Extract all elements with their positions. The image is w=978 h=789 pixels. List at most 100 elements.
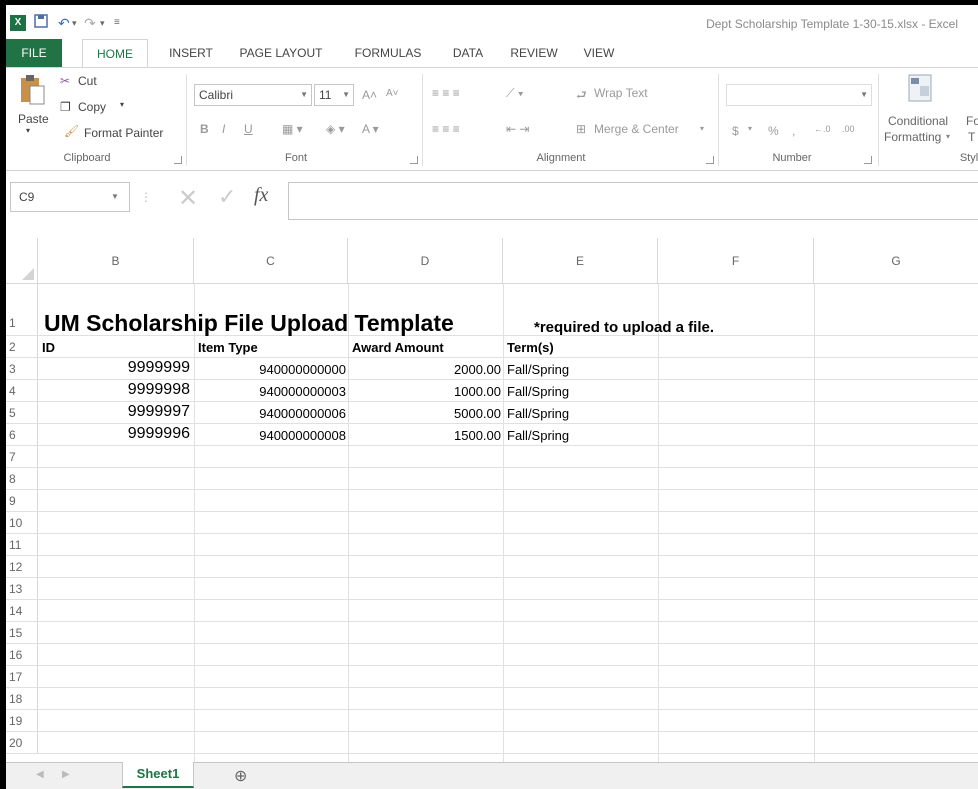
row-header[interactable]: 10 <box>6 512 38 534</box>
decrease-font-icon[interactable]: A˅ <box>386 88 399 99</box>
font-launcher-icon[interactable] <box>410 156 418 164</box>
number-launcher-icon[interactable] <box>864 156 872 164</box>
table-cell-award[interactable]: 5000.00 <box>348 406 501 421</box>
conditional-formatting-button[interactable]: Conditional Formatting ▾ <box>884 74 964 148</box>
table-cell-id[interactable]: 9999996 <box>38 425 190 443</box>
save-icon[interactable] <box>34 14 48 32</box>
number-format-select[interactable]: ▼ <box>726 84 872 106</box>
indent-icon[interactable]: ⇤ ⇥ <box>506 122 529 136</box>
row-header[interactable]: 19 <box>6 710 38 732</box>
header-cell-item-type[interactable]: Item Type <box>198 340 258 355</box>
add-sheet-button[interactable]: ⊕ <box>234 766 247 786</box>
row-header[interactable]: 11 <box>6 534 38 556</box>
table-cell-item-type[interactable]: 940000000003 <box>194 384 346 399</box>
formula-bar-splitter-icon[interactable]: ⋮ <box>140 190 152 204</box>
comma-button[interactable]: , <box>792 124 795 138</box>
row-header[interactable]: 3 <box>6 358 38 380</box>
row-header[interactable]: 14 <box>6 600 38 622</box>
increase-decimal-icon[interactable]: ←.0 <box>814 124 831 134</box>
table-cell-id[interactable]: 9999997 <box>38 403 190 421</box>
tab-formulas[interactable]: FORMULAS <box>346 39 430 67</box>
table-cell-term[interactable]: Fall/Spring <box>507 384 569 399</box>
tab-insert[interactable]: INSERT <box>166 39 216 67</box>
column-header-d[interactable]: D <box>348 238 503 284</box>
row-header[interactable]: 2 <box>6 336 38 358</box>
insert-function-button[interactable]: fx <box>254 184 268 207</box>
row-header[interactable]: 20 <box>6 732 38 754</box>
row-header[interactable]: 9 <box>6 490 38 512</box>
row-header[interactable]: 4 <box>6 380 38 402</box>
row-header[interactable]: 7 <box>6 446 38 468</box>
font-size-select[interactable]: 11 ▼ <box>314 84 354 106</box>
sheet-tab-sheet1[interactable]: Sheet1 <box>122 762 194 788</box>
redo-icon[interactable]: ↷ <box>84 14 96 32</box>
tab-review[interactable]: REVIEW <box>506 39 562 67</box>
table-cell-item-type[interactable]: 940000000008 <box>194 428 346 443</box>
table-cell-term[interactable]: Fall/Spring <box>507 406 569 421</box>
row-header[interactable]: 8 <box>6 468 38 490</box>
row-header[interactable]: 6 <box>6 424 38 446</box>
table-cell-id[interactable]: 9999998 <box>38 381 190 399</box>
row-header[interactable]: 1 <box>6 284 38 336</box>
header-cell-id[interactable]: ID <box>42 340 55 355</box>
increase-font-icon[interactable]: A˄ <box>362 88 377 102</box>
align-left-icon[interactable]: ≡ ≡ ≡ <box>432 122 460 136</box>
table-cell-term[interactable]: Fall/Spring <box>507 428 569 443</box>
undo-dropdown-icon[interactable]: ▾ <box>72 14 77 32</box>
currency-button[interactable]: $ <box>732 124 739 138</box>
tab-data[interactable]: DATA <box>446 39 490 67</box>
column-header-c[interactable]: C <box>194 238 348 284</box>
italic-button[interactable]: I <box>222 122 225 136</box>
align-top-icon[interactable]: ≡ ≡ ≡ <box>432 86 460 100</box>
tab-file[interactable]: FILE <box>6 39 62 67</box>
name-box[interactable]: C9 ▼ <box>10 182 130 212</box>
font-color-icon[interactable]: A ▾ <box>362 122 379 136</box>
table-cell-award[interactable]: 2000.00 <box>348 362 501 377</box>
alignment-launcher-icon[interactable] <box>706 156 714 164</box>
table-cell-item-type[interactable]: 940000000000 <box>194 362 346 377</box>
table-cell-award[interactable]: 1000.00 <box>348 384 501 399</box>
row-header[interactable]: 16 <box>6 644 38 666</box>
redo-dropdown-icon[interactable]: ▾ <box>100 14 105 32</box>
fill-color-icon[interactable]: ◈ ▾ <box>326 122 345 136</box>
tab-home[interactable]: HOME <box>82 39 148 68</box>
table-cell-award[interactable]: 1500.00 <box>348 428 501 443</box>
format-table-label-2[interactable]: T <box>968 130 975 144</box>
currency-dropdown-icon[interactable]: ▾ <box>748 124 752 133</box>
undo-icon[interactable]: ↶ <box>58 14 70 32</box>
cancel-icon[interactable]: ✕ <box>178 184 198 213</box>
row-header[interactable]: 18 <box>6 688 38 710</box>
row-header[interactable]: 5 <box>6 402 38 424</box>
row-header[interactable]: 17 <box>6 666 38 688</box>
required-note-cell[interactable]: *required to upload a file. <box>534 319 714 336</box>
row-header[interactable]: 13 <box>6 578 38 600</box>
enter-icon[interactable]: ✓ <box>218 184 236 210</box>
header-cell-terms[interactable]: Term(s) <box>507 340 554 355</box>
tab-view[interactable]: VIEW <box>578 39 620 67</box>
tab-page-layout[interactable]: PAGE LAYOUT <box>232 39 330 67</box>
decrease-decimal-icon[interactable]: .00 <box>842 124 855 134</box>
clipboard-launcher-icon[interactable] <box>174 156 182 164</box>
row-header[interactable]: 15 <box>6 622 38 644</box>
underline-button[interactable]: U <box>244 122 253 136</box>
sheet-title-cell[interactable]: UM Scholarship File Upload Template <box>44 310 454 337</box>
scroll-right-icon[interactable]: ▶ <box>62 769 70 780</box>
percent-button[interactable]: % <box>768 124 779 138</box>
select-all-corner[interactable] <box>6 238 38 284</box>
customize-toolbar-icon[interactable]: ≡ <box>114 14 120 32</box>
scroll-left-icon[interactable]: ◀ <box>36 769 44 780</box>
formula-input[interactable] <box>288 182 978 220</box>
font-name-select[interactable]: Calibri ▼ <box>194 84 312 106</box>
orientation-icon[interactable]: ⟋ ▾ <box>506 86 524 101</box>
table-cell-id[interactable]: 9999999 <box>38 359 190 377</box>
column-header-f[interactable]: F <box>658 238 814 284</box>
table-cell-term[interactable]: Fall/Spring <box>507 362 569 377</box>
row-header[interactable]: 12 <box>6 556 38 578</box>
bold-button[interactable]: B <box>200 122 209 136</box>
column-header-g[interactable]: G <box>814 238 978 284</box>
borders-icon[interactable]: ▦ ▾ <box>282 122 303 136</box>
paste-button[interactable]: Paste ▾ <box>14 74 50 140</box>
format-table-label[interactable]: Fo <box>966 114 978 128</box>
column-header-b[interactable]: B <box>38 238 194 284</box>
table-cell-item-type[interactable]: 940000000006 <box>194 406 346 421</box>
